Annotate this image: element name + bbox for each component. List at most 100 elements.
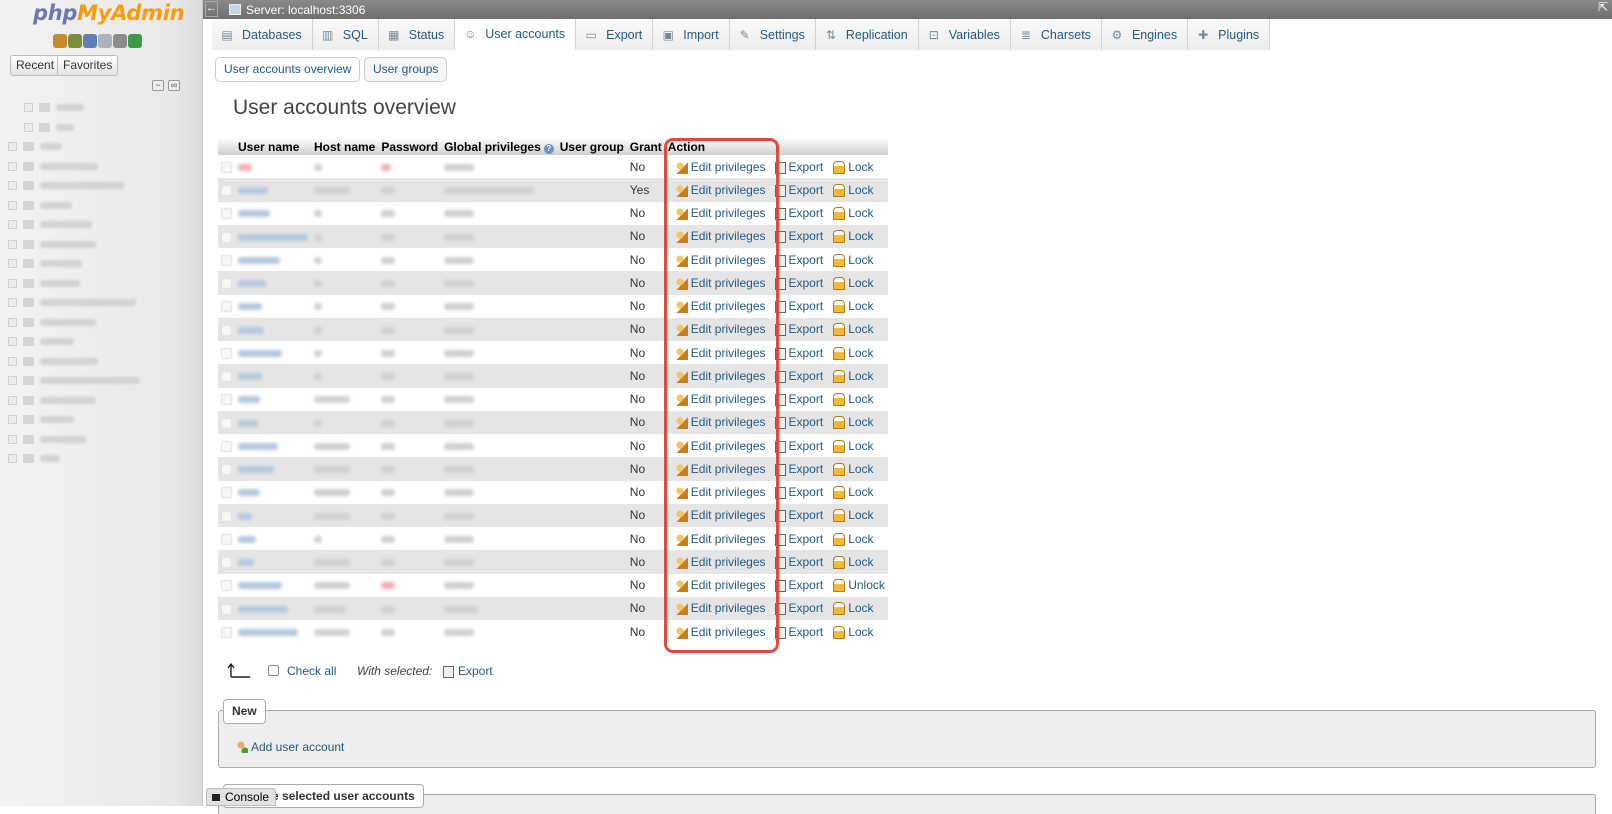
user-name-link[interactable]	[238, 187, 268, 195]
user-name-link[interactable]	[238, 210, 270, 218]
user-name-link[interactable]	[238, 442, 278, 450]
expand-icon[interactable]	[8, 181, 17, 191]
lock-user-link[interactable]: Lock	[833, 322, 874, 337]
lock-user-link[interactable]: Lock	[833, 462, 874, 476]
tree-node[interactable]	[8, 313, 188, 333]
row-checkbox[interactable]	[221, 185, 232, 197]
tree-node[interactable]	[8, 196, 188, 216]
export-user-link[interactable]: Export	[774, 532, 823, 546]
expand-icon[interactable]	[24, 103, 33, 113]
expand-icon[interactable]	[8, 259, 17, 269]
check-all-link[interactable]: Check all	[287, 664, 336, 678]
database-name[interactable]	[40, 357, 98, 365]
export-user-link[interactable]: Export	[774, 346, 823, 360]
column-header-grant[interactable]: Grant	[626, 138, 665, 155]
tab-engines[interactable]: ⚙ Engines	[1101, 19, 1189, 50]
row-checkbox[interactable]	[221, 464, 232, 476]
tree-node[interactable]	[8, 449, 188, 469]
expand-icon[interactable]	[8, 239, 17, 249]
tab-replication[interactable]: ⇅ Replication	[815, 19, 919, 50]
edit-privileges-link[interactable]: Edit privileges	[674, 346, 766, 360]
expand-icon[interactable]	[8, 142, 17, 152]
recent-button[interactable]: Recent	[10, 55, 61, 76]
expand-icon[interactable]	[8, 298, 17, 308]
tab-export[interactable]: ▭ Export	[576, 19, 654, 50]
database-name[interactable]	[40, 455, 60, 463]
database-name[interactable]	[40, 416, 74, 424]
tab-status[interactable]: ▦ Status	[378, 19, 456, 50]
expand-icon[interactable]	[8, 376, 17, 386]
unlock-user-link[interactable]: Unlock	[833, 578, 885, 593]
user-name-link[interactable]	[238, 466, 274, 474]
export-user-link[interactable]: Export	[774, 462, 823, 476]
user-name-link[interactable]	[238, 349, 282, 357]
export-user-link[interactable]: Export	[774, 392, 823, 407]
row-checkbox[interactable]	[221, 371, 232, 383]
row-checkbox[interactable]	[221, 254, 232, 266]
user-name-link[interactable]	[238, 419, 258, 427]
expand-icon[interactable]	[8, 415, 17, 425]
database-name[interactable]	[40, 143, 62, 151]
subtab-user-groups[interactable]: User groups	[364, 57, 448, 82]
tree-node[interactable]	[8, 410, 188, 430]
database-name[interactable]	[40, 260, 82, 268]
row-checkbox[interactable]	[221, 231, 232, 243]
tree-node[interactable]	[8, 98, 188, 118]
expand-icon[interactable]	[8, 278, 17, 288]
add-user-account-link[interactable]: Add user account	[236, 740, 344, 754]
database-name[interactable]	[40, 182, 124, 190]
export-user-link[interactable]: Export	[774, 415, 823, 430]
edit-privileges-link[interactable]: Edit privileges	[674, 253, 766, 267]
edit-privileges-link[interactable]: Edit privileges	[674, 601, 766, 616]
tree-node[interactable]	[8, 176, 188, 196]
edit-privileges-link[interactable]: Edit privileges	[674, 578, 766, 593]
row-checkbox[interactable]	[221, 626, 232, 638]
row-checkbox[interactable]	[221, 440, 232, 452]
column-header-user-name[interactable]: User name	[235, 138, 311, 155]
export-user-link[interactable]: Export	[774, 485, 823, 500]
export-user-link[interactable]: Export	[774, 555, 823, 569]
lock-user-link[interactable]: Lock	[833, 625, 874, 639]
row-checkbox[interactable]	[221, 347, 232, 359]
edit-privileges-link[interactable]: Edit privileges	[674, 462, 766, 476]
export-user-link[interactable]: Export	[774, 508, 823, 523]
edit-privileges-link[interactable]: Edit privileges	[674, 160, 766, 174]
edit-privileges-link[interactable]: Edit privileges	[674, 322, 766, 337]
lock-user-link[interactable]: Lock	[833, 346, 874, 360]
expand-icon[interactable]	[8, 395, 17, 405]
user-name-link[interactable]	[238, 326, 264, 334]
user-name-link[interactable]	[238, 512, 252, 520]
edit-privileges-link[interactable]: Edit privileges	[674, 229, 766, 244]
user-name-link[interactable]	[238, 582, 282, 590]
row-checkbox[interactable]	[221, 557, 232, 569]
edit-privileges-link[interactable]: Edit privileges	[674, 485, 766, 500]
edit-privileges-link[interactable]: Edit privileges	[674, 508, 766, 523]
expand-icon[interactable]	[8, 356, 17, 366]
tree-node[interactable]	[8, 293, 188, 313]
edit-privileges-link[interactable]: Edit privileges	[674, 555, 766, 569]
tree-node[interactable]	[8, 332, 188, 352]
help-icon[interactable]	[83, 34, 97, 48]
export-user-link[interactable]: Export	[774, 229, 823, 244]
row-checkbox[interactable]	[221, 417, 232, 429]
lock-user-link[interactable]: Lock	[833, 276, 874, 290]
database-name[interactable]	[40, 377, 140, 385]
row-checkbox[interactable]	[221, 580, 232, 592]
user-name-link[interactable]	[238, 628, 298, 636]
tree-node[interactable]	[8, 352, 188, 372]
export-user-link[interactable]: Export	[774, 253, 823, 267]
bulk-export-button[interactable]: Export	[443, 664, 493, 678]
edit-privileges-link[interactable]: Edit privileges	[674, 183, 766, 197]
edit-privileges-link[interactable]: Edit privileges	[674, 206, 766, 221]
lock-user-link[interactable]: Lock	[833, 508, 874, 523]
database-name[interactable]	[40, 221, 92, 229]
expand-icon[interactable]	[8, 200, 17, 210]
console-toggle[interactable]: Console	[206, 788, 277, 806]
edit-privileges-link[interactable]: Edit privileges	[674, 299, 766, 314]
row-checkbox[interactable]	[221, 394, 232, 406]
row-checkbox[interactable]	[221, 278, 232, 290]
export-user-link[interactable]: Export	[774, 299, 823, 314]
lock-user-link[interactable]: Lock	[833, 439, 874, 453]
lock-user-link[interactable]: Lock	[833, 601, 874, 616]
expand-icon[interactable]	[8, 434, 17, 444]
